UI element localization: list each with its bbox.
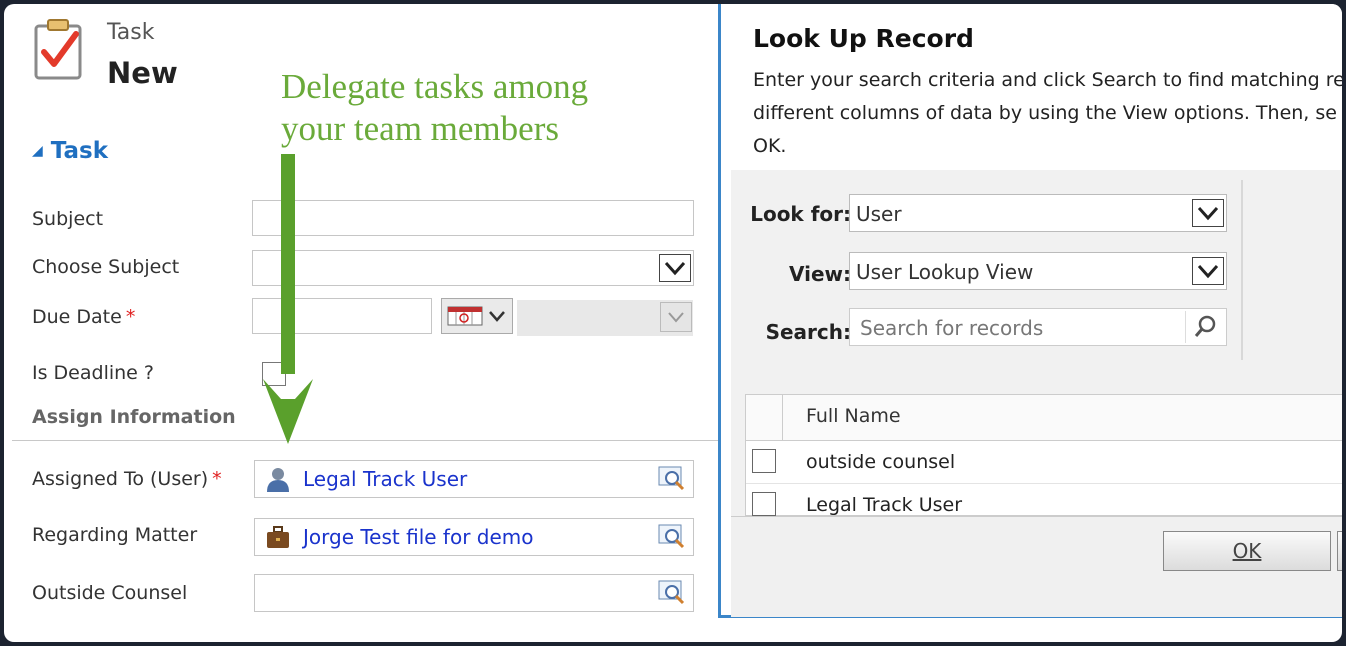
due-date-label-text: Due Date bbox=[32, 306, 122, 328]
due-date-label: Due Date * bbox=[32, 306, 135, 328]
results-grid: Full Name outside counsel Legal Track Us… bbox=[745, 394, 1342, 516]
collapse-triangle-icon: ◢ bbox=[32, 143, 43, 159]
search-icon bbox=[1194, 315, 1216, 337]
entity-type: Task bbox=[107, 20, 155, 45]
view-select[interactable]: User Lookup View bbox=[849, 252, 1227, 290]
look-for-dropdown-button[interactable] bbox=[1192, 199, 1224, 227]
outside-counsel-label: Outside Counsel bbox=[32, 582, 188, 604]
cancel-button-partial[interactable] bbox=[1337, 531, 1342, 571]
view-dropdown-button[interactable] bbox=[1192, 257, 1224, 285]
chevron-down-icon bbox=[664, 261, 686, 276]
assigned-to-value-link[interactable]: Legal Track User bbox=[303, 467, 467, 491]
dialog-body: Look for: User View: User Lookup View Se… bbox=[731, 170, 1342, 617]
dialog-description-line-1: Enter your search criteria and click Sea… bbox=[753, 69, 1342, 91]
lookup-search-icon[interactable] bbox=[657, 578, 687, 606]
row-checkbox[interactable] bbox=[752, 449, 776, 473]
look-for-select[interactable]: User bbox=[849, 194, 1227, 232]
ok-button[interactable]: OK bbox=[1163, 531, 1331, 571]
user-icon bbox=[267, 468, 289, 492]
assigned-to-label: Assigned To (User) * bbox=[32, 468, 222, 490]
is-deadline-label: Is Deadline ? bbox=[32, 362, 154, 384]
search-button[interactable] bbox=[1185, 311, 1224, 343]
lookup-record-dialog: Look Up Record Enter your search criteri… bbox=[718, 4, 1342, 618]
dialog-description-line-2: different columns of data by using the V… bbox=[753, 102, 1337, 124]
grid-header-full-name[interactable]: Full Name bbox=[806, 405, 901, 427]
chevron-down-icon bbox=[668, 312, 684, 323]
annotation-line-2: your team members bbox=[281, 109, 559, 148]
view-label: View: bbox=[788, 262, 851, 286]
grid-column-separator bbox=[782, 395, 783, 440]
search-placeholder: Search for records bbox=[860, 316, 1044, 340]
section-title: Task bbox=[50, 138, 109, 164]
row-full-name: outside counsel bbox=[806, 451, 956, 473]
regarding-matter-label: Regarding Matter bbox=[32, 524, 198, 546]
required-asterisk: * bbox=[212, 468, 222, 490]
table-row[interactable]: outside counsel bbox=[746, 441, 1342, 484]
section-task-toggle[interactable]: ◢ Task bbox=[32, 138, 108, 164]
subject-label: Subject bbox=[32, 208, 104, 230]
criteria-separator bbox=[1241, 180, 1243, 360]
entity-name: New bbox=[107, 56, 178, 90]
look-for-label: Look for: bbox=[750, 202, 851, 226]
due-time-dropdown-button[interactable] bbox=[660, 302, 692, 332]
annotation-text: Delegate tasks among your team members bbox=[281, 66, 701, 150]
assigned-to-label-text: Assigned To (User) bbox=[32, 468, 209, 490]
regarding-matter-value-link[interactable]: Jorge Test file for demo bbox=[303, 525, 534, 549]
briefcase-icon bbox=[267, 526, 289, 548]
assigned-to-lookup[interactable]: Legal Track User bbox=[254, 460, 694, 498]
required-asterisk: * bbox=[125, 306, 136, 328]
calendar-icon bbox=[447, 306, 505, 326]
view-value: User Lookup View bbox=[856, 260, 1034, 284]
calendar-picker-button[interactable] bbox=[441, 298, 513, 334]
search-input[interactable]: Search for records bbox=[849, 308, 1227, 346]
search-label: Search: bbox=[765, 320, 851, 344]
lookup-search-icon[interactable] bbox=[657, 522, 687, 550]
dialog-title: Look Up Record bbox=[753, 24, 974, 53]
dialog-description-line-3: OK. bbox=[753, 135, 787, 157]
dialog-footer: OK bbox=[731, 516, 1342, 617]
annotation-arrow-icon bbox=[263, 154, 313, 444]
table-row[interactable]: Legal Track User bbox=[746, 484, 1342, 516]
row-checkbox[interactable] bbox=[752, 492, 776, 516]
choose-subject-dropdown-button[interactable] bbox=[659, 254, 691, 282]
assign-information-heading: Assign Information bbox=[32, 406, 236, 428]
choose-subject-label: Choose Subject bbox=[32, 256, 180, 278]
lookup-search-icon[interactable] bbox=[657, 464, 687, 492]
task-clipboard-icon bbox=[34, 19, 82, 80]
chevron-down-icon bbox=[1197, 264, 1219, 279]
dialog-description: Enter your search criteria and click Sea… bbox=[753, 64, 1342, 163]
outside-counsel-lookup[interactable] bbox=[254, 574, 694, 612]
look-for-value: User bbox=[856, 202, 902, 226]
row-full-name: Legal Track User bbox=[806, 494, 963, 516]
grid-header: Full Name bbox=[746, 395, 1342, 441]
regarding-matter-lookup[interactable]: Jorge Test file for demo bbox=[254, 518, 694, 556]
annotation-line-1: Delegate tasks among bbox=[281, 67, 589, 106]
section-divider bbox=[12, 440, 722, 441]
window-frame: Task New Delegate tasks among your team … bbox=[4, 4, 1342, 642]
chevron-down-icon bbox=[1197, 206, 1219, 221]
